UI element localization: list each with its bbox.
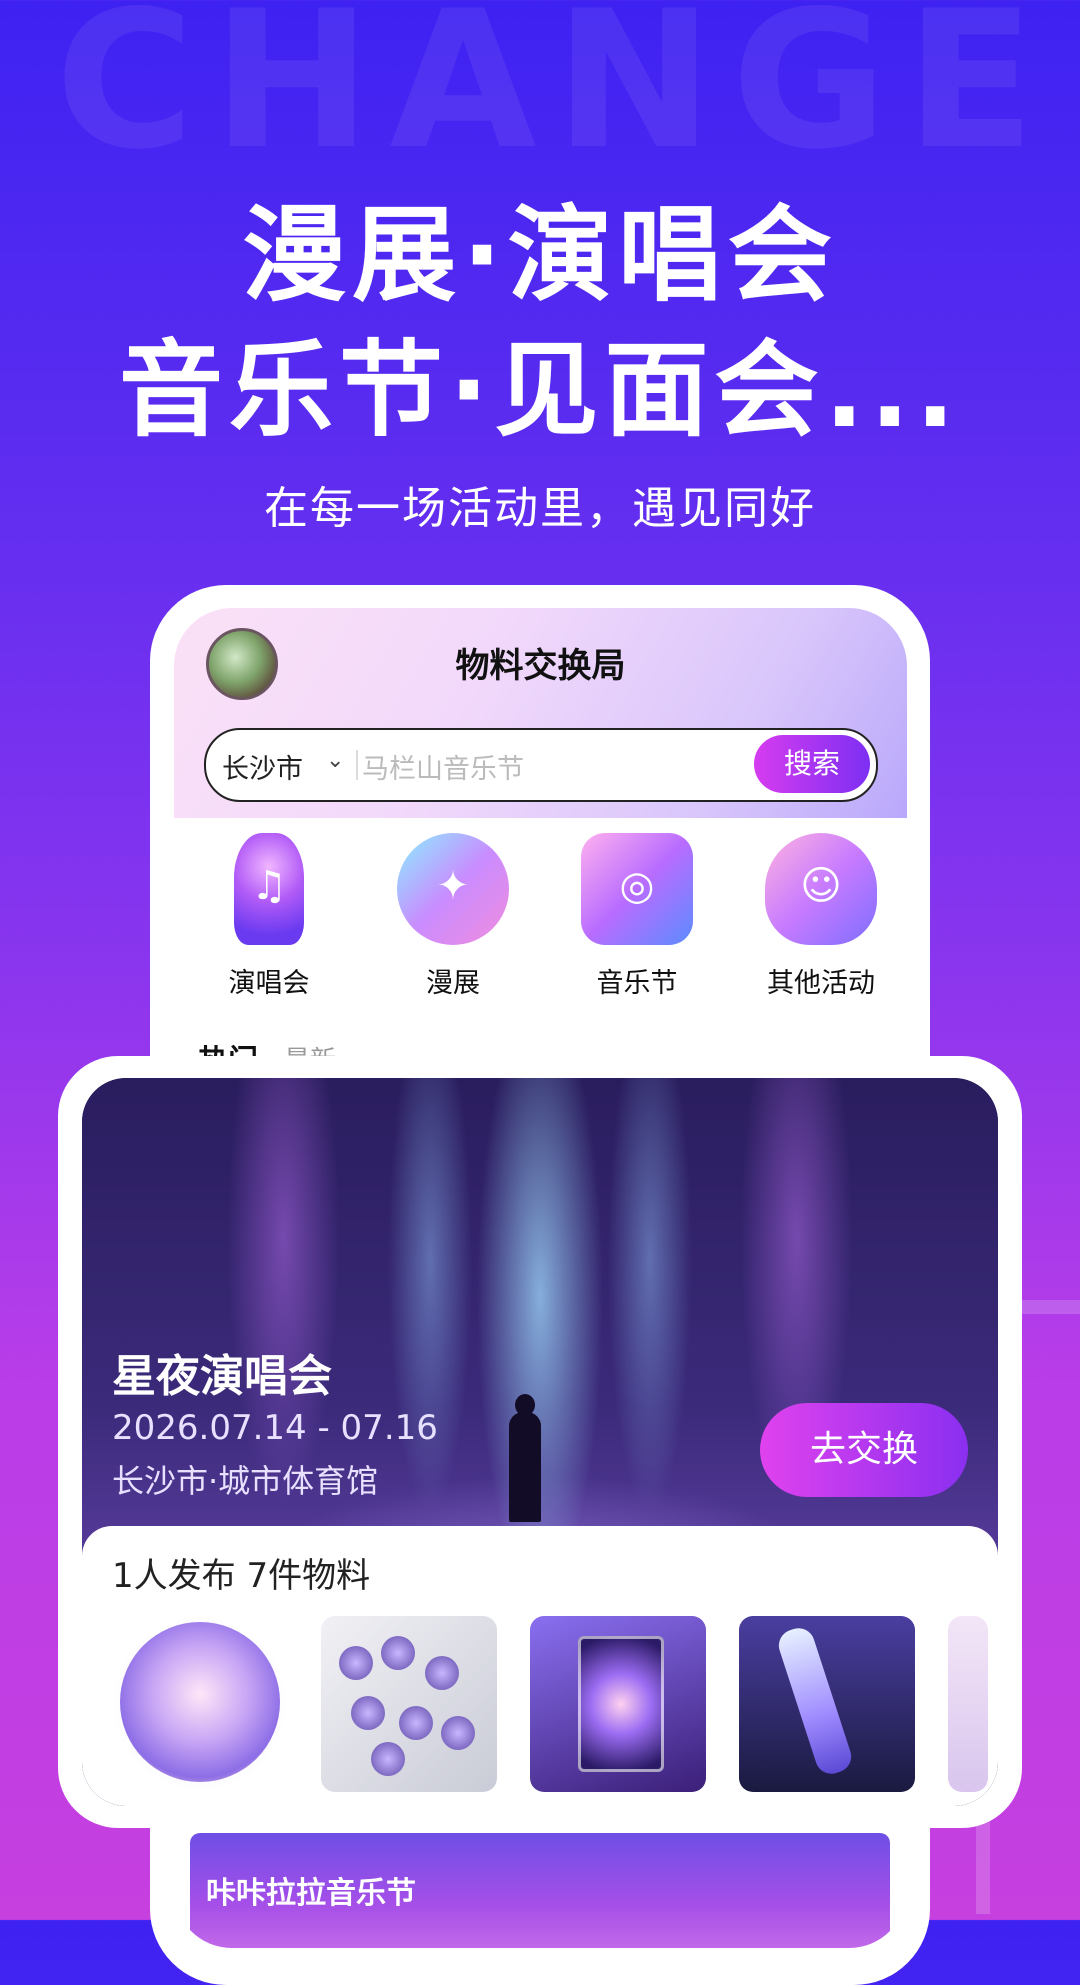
cat-headphones-ticket-icon: ✦ <box>397 833 509 945</box>
background-word: CHANGE <box>55 0 1054 191</box>
search-input[interactable]: 马栏山音乐节 <box>362 747 524 786</box>
festival-banner-title: 咔咔拉拉音乐节 <box>206 1876 416 1911</box>
badge-binder-thumbnail[interactable] <box>321 1616 497 1792</box>
category-expo[interactable]: ✦ 漫展 <box>378 833 528 1000</box>
partial-thumbnail[interactable] <box>948 1616 988 1792</box>
badge-thumbnail[interactable] <box>112 1616 288 1792</box>
performer-silhouette <box>509 1412 541 1522</box>
exchange-button[interactable]: 去交换 <box>760 1403 968 1497</box>
headline-line1: 漫展·演唱会 <box>242 194 838 316</box>
event-card[interactable]: 星夜演唱会 2026.07.14 - 07.16 长沙市·城市体育馆 去交换 1… <box>82 1078 998 1806</box>
dj-turntable-icon: ◎ <box>581 833 693 945</box>
category-label: 音乐节 <box>596 968 678 999</box>
category-label: 其他活动 <box>767 968 875 999</box>
event-title: 星夜演唱会 <box>112 1351 332 1402</box>
category-label: 演唱会 <box>228 968 310 999</box>
category-music-festival[interactable]: ◎ 音乐节 <box>562 833 712 1000</box>
headline-subtitle: 在每一场活动里，遇见同好 <box>264 483 816 534</box>
materials-panel: 1人发布 7件物料 <box>82 1526 998 1806</box>
event-location: 长沙市·城市体育馆 <box>112 1462 379 1500</box>
chevron-down-icon[interactable]: ⌄ <box>326 748 344 773</box>
event-stats: 1人发布 7件物料 <box>112 1556 371 1596</box>
category-other[interactable]: ☺ 其他活动 <box>746 833 896 1000</box>
event-date: 2026.07.14 - 07.16 <box>112 1408 438 1448</box>
search-divider <box>356 750 358 780</box>
microphone-icon: ♫ <box>234 833 304 945</box>
photocard-thumbnail[interactable] <box>530 1616 706 1792</box>
category-label: 漫展 <box>426 968 480 999</box>
app-title: 物料交换局 <box>455 646 626 686</box>
category-concert[interactable]: ♫ 演唱会 <box>194 833 344 1000</box>
search-button[interactable]: 搜索 <box>754 735 870 793</box>
theater-mask-icon: ☺ <box>765 833 877 945</box>
headline-line2: 音乐节·见面会... <box>118 329 962 451</box>
search-bar[interactable]: 长沙市 ⌄ 马栏山音乐节 搜索 <box>204 728 878 802</box>
lightstick-thumbnail[interactable] <box>739 1616 915 1792</box>
city-selector[interactable]: 长沙市 <box>222 747 303 786</box>
